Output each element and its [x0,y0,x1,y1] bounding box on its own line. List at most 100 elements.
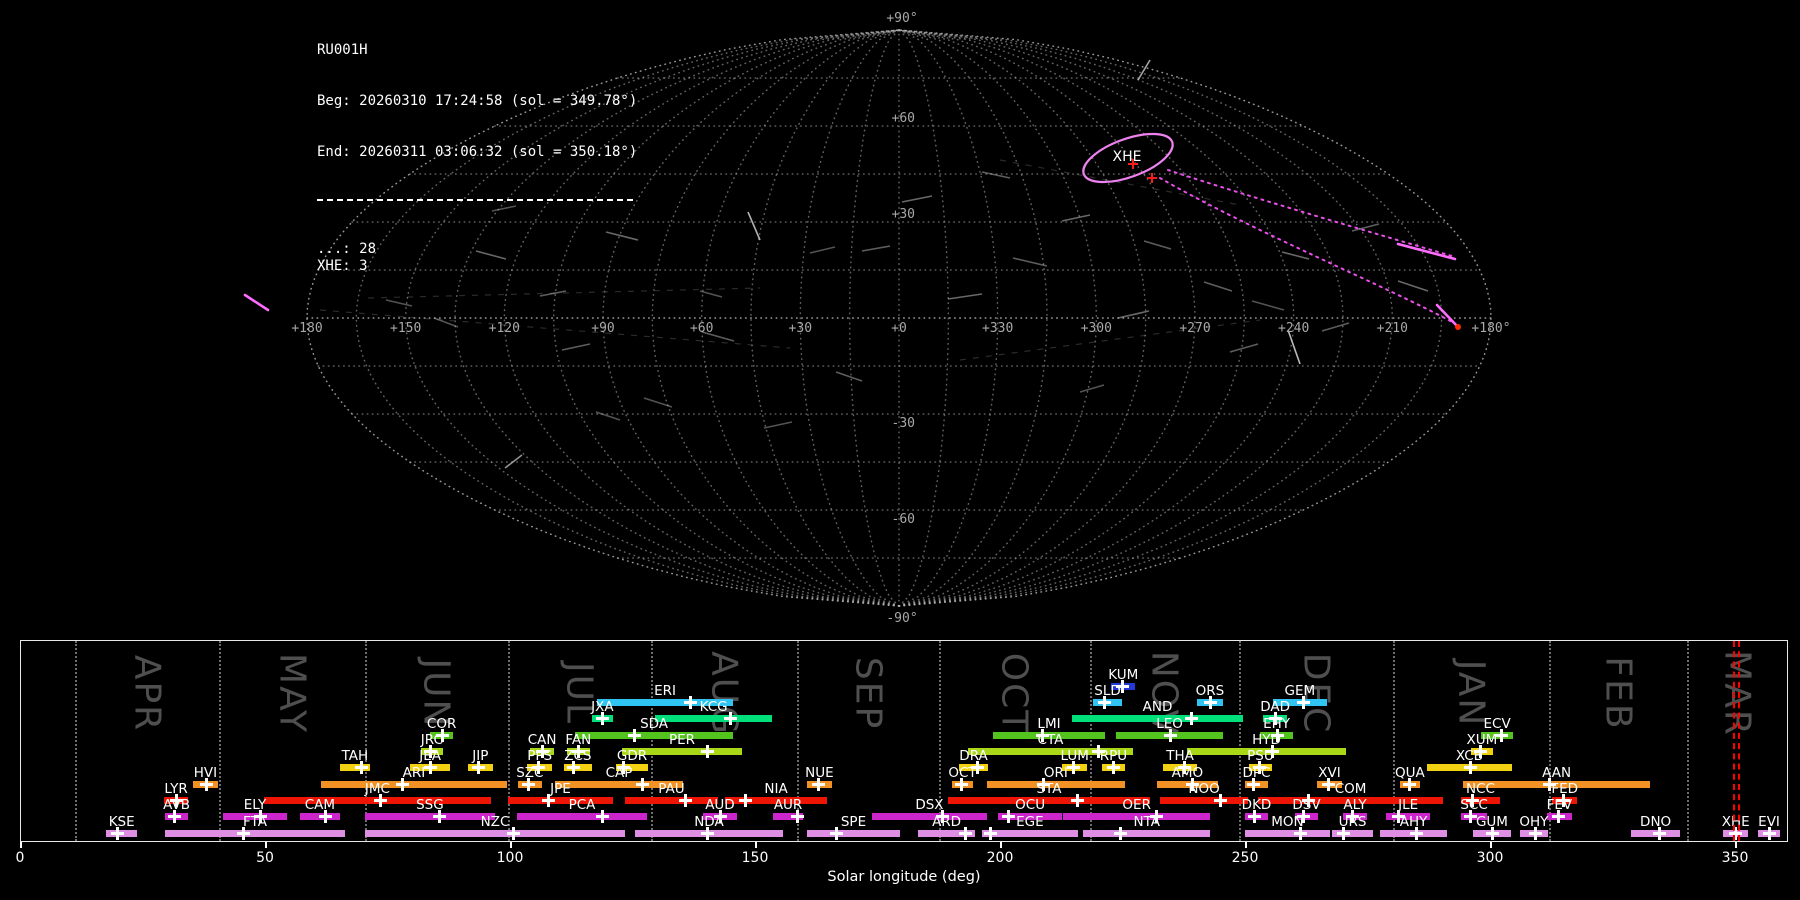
month-gridline [218,641,221,841]
meteor-trail [1281,251,1310,260]
shower-label: OCU [1015,797,1046,813]
shower-peak-marker [423,760,437,774]
shower-peak-marker [1729,826,1743,840]
shower-peak-marker [471,760,485,774]
session-end: End: 20260311 03:06:32 (sol = 350.18°) [317,144,638,160]
meteor-trail [595,411,621,421]
month-label: MAY [271,653,313,734]
shower-peak-marker [110,826,124,840]
shower-bar [872,812,987,820]
shower-peak-marker [1184,711,1198,725]
shower-peak-marker [521,777,535,791]
x-axis-tick-label: 350 [1721,850,1749,866]
shower-bar [364,829,626,837]
meteor-trail [1061,214,1091,222]
shower-bar [575,731,733,739]
shower-peak-marker [1214,793,1228,807]
shower-peak-marker [701,826,715,840]
shower-peak-marker [983,826,997,840]
shower-label: NZC [480,814,510,830]
current-sol-marker [1733,641,1736,841]
meteor-trail [1251,300,1285,311]
shower-label: STA [1036,781,1062,797]
meteor-trail-bright [1435,303,1460,329]
meteor-trail [699,290,723,298]
shower-peak-marker [1203,695,1217,709]
x-axis-tick [265,842,267,848]
shower-peak-marker [1066,760,1080,774]
shower-label: SPE [840,814,867,830]
shower-peak-marker [1294,826,1308,840]
shower-peak-marker [1113,826,1127,840]
month-label: OCT [993,652,1035,735]
meteor-trail [861,245,891,252]
meteor-observation-screen: +180 +150 +120 +90 +60 +30 +0 +330 +300 +270 +240 +… [0,0,1800,900]
shower-peak-marker [566,760,580,774]
shower-peak-marker [1297,695,1311,709]
month-label: SEP [847,656,889,731]
shower-peak-marker [1247,777,1261,791]
meteor-trail [981,171,1011,179]
meteor-trail [947,293,983,300]
shower-bar [655,714,773,722]
meteor-trail [1203,281,1233,292]
map-meridian [898,29,1048,607]
shower-peak-marker [724,711,738,725]
shower-peak-marker [1402,777,1416,791]
shower-label: OER [1122,797,1151,813]
station-id: RU001H [317,42,368,58]
shower-peak-marker [1409,826,1423,840]
shower-label: PCA [568,797,596,813]
meteor-trail [433,317,459,328]
meteor-trail [901,195,933,203]
shower-peak-marker [1652,826,1666,840]
lon-label: +150 [390,321,421,336]
x-axis-tick [1490,842,1492,848]
lat-label: -30 [892,416,915,431]
shower-label: NIA [764,781,788,797]
shower-label: ERI [654,683,677,699]
meteor-trail [643,397,673,408]
meteor-trail [1012,257,1048,267]
meteor-trail [1143,240,1172,250]
lat-label: +60 [892,111,915,126]
x-axis-tick-label: 0 [15,850,25,866]
shower-peak-marker [811,777,825,791]
meteor-trail-faint [999,159,1241,206]
lon-label: +120 [489,321,520,336]
shower-bar [320,780,508,788]
month-gridline [75,641,78,841]
shower-label: SDA [640,716,669,732]
lon-label: +330 [982,321,1013,336]
shower-label: ARD [932,814,962,830]
shower-peak-marker [1551,809,1565,823]
shower-bar [1245,829,1330,837]
x-axis-tick [1735,842,1737,848]
meteor-trail [1397,280,1429,292]
meteor-trail [1117,310,1150,319]
shower-bar [165,829,345,837]
shower-peak-marker [1248,809,1262,823]
shower-peak-marker [1762,826,1776,840]
meteor-trail [1079,384,1105,393]
shower-bar [1083,829,1211,837]
header-divider [317,199,633,201]
lat-label: -60 [892,512,915,527]
lon-label: +180° [1471,321,1510,336]
shower-peak-marker [1098,695,1112,709]
x-axis-tick-label: 50 [256,850,274,866]
session-info-panel: RU001H Beg: 20260310 17:24:58 (sol = 349… [317,8,637,309]
sky-map: +180 +150 +120 +90 +60 +30 +0 +330 +300 +270 +240 +… [243,11,1511,626]
shower-peak-marker [395,777,409,791]
shower-label: KCG [699,699,728,715]
lon-label: +210 [1377,321,1408,336]
x-axis-tick-label: 200 [986,850,1014,866]
shower-peak-marker [1163,728,1177,742]
shower-peak-marker [790,809,804,823]
meteor-trail [747,211,761,241]
month-gridline [1089,641,1092,841]
shower-label: CTA [1037,732,1064,748]
x-axis-tick [20,842,22,848]
shower-label: EGE [1016,814,1044,830]
meteor-trail-bright [1396,242,1457,261]
